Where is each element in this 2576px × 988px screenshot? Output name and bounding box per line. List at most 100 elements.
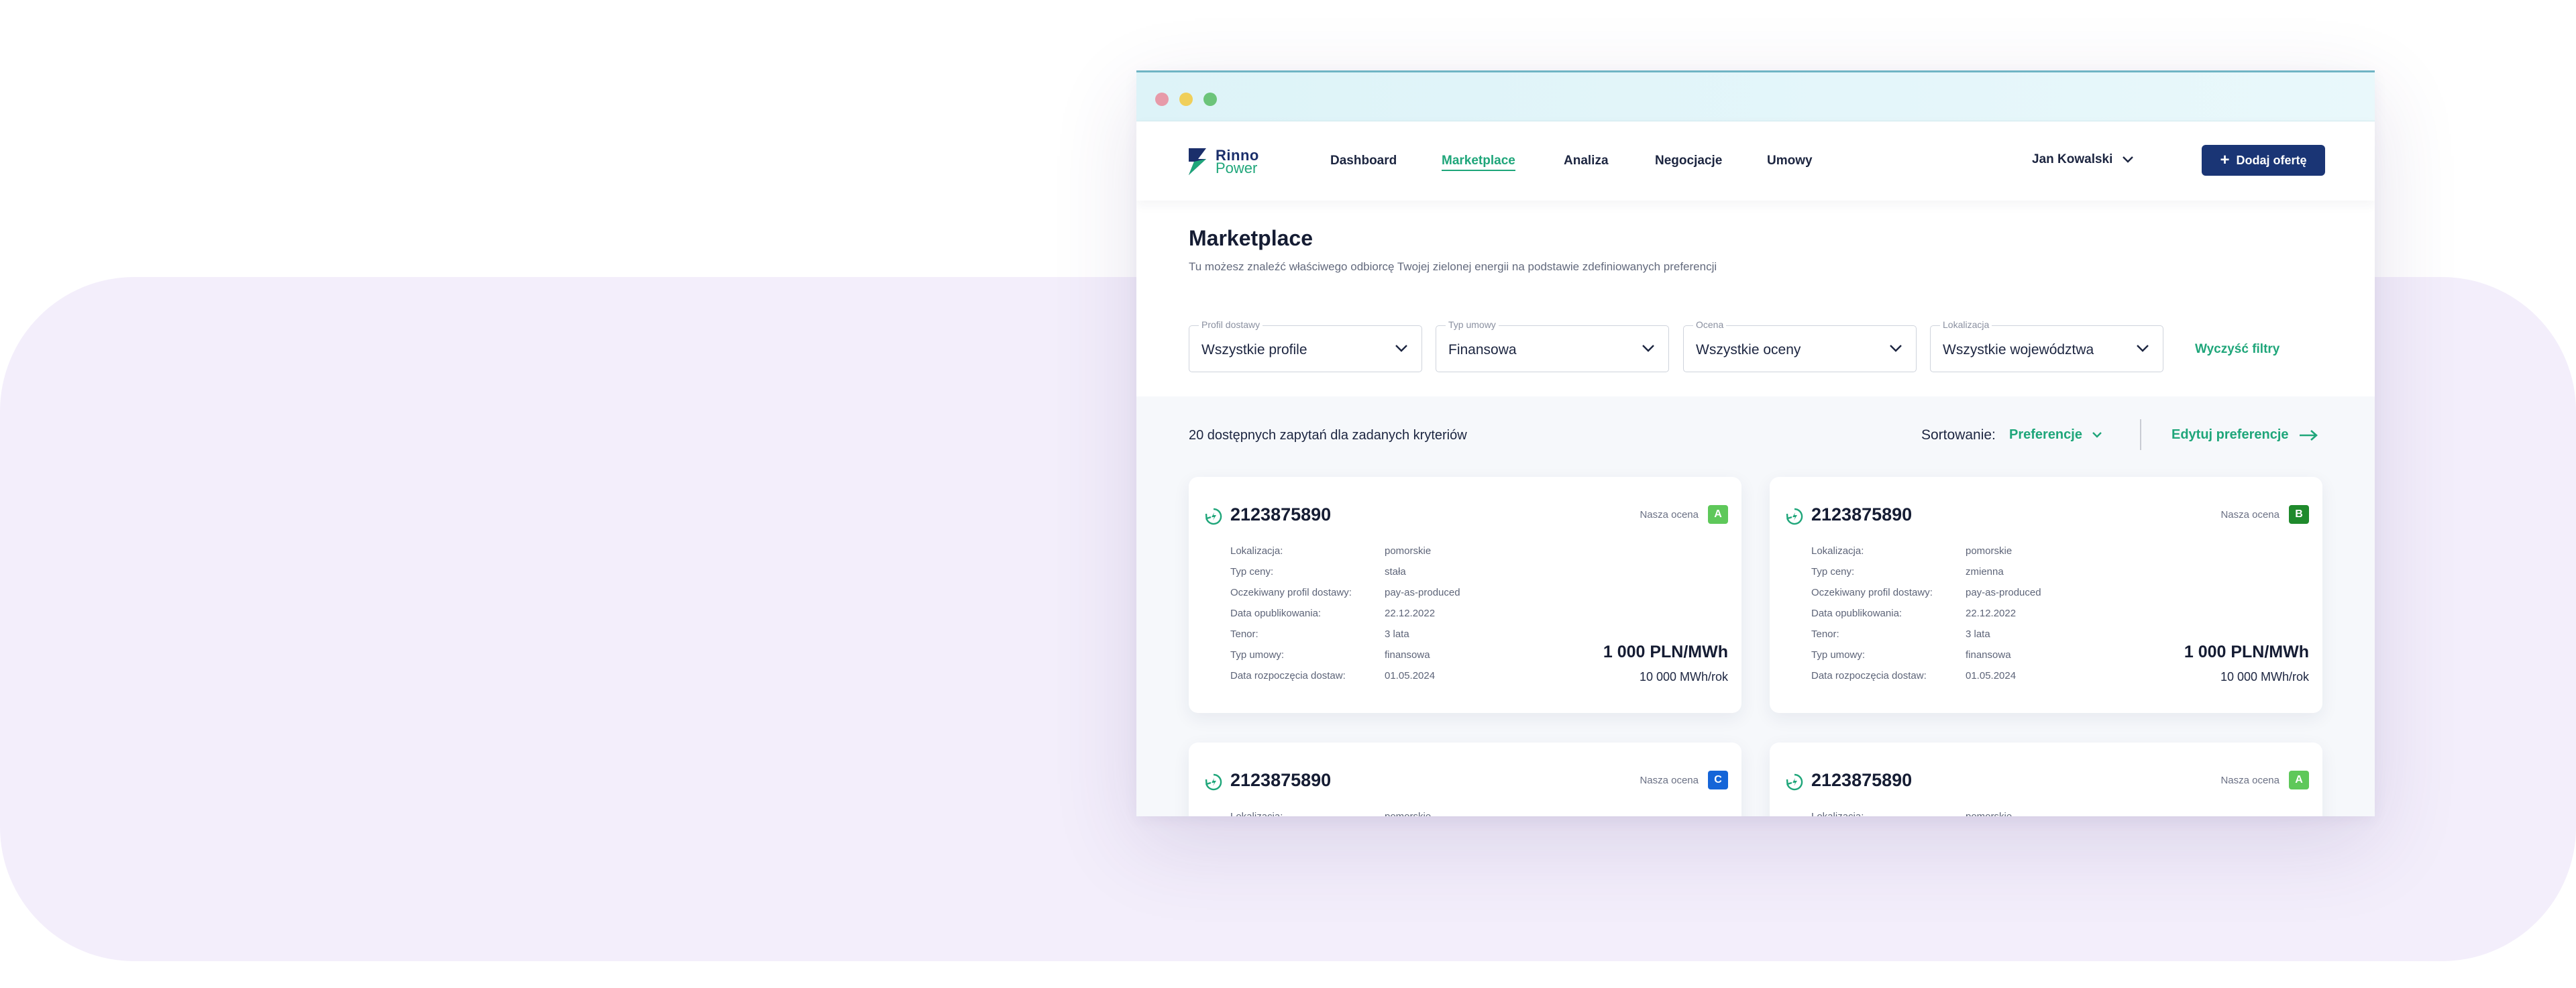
offer-id: 2123875890 xyxy=(1230,770,1332,790)
nav-umowy[interactable]: Umowy xyxy=(1767,154,1813,168)
filter-label: Lokalizacja xyxy=(1940,319,1992,330)
offer-volume: 10 000 MWh/rok xyxy=(1639,670,1728,683)
prop-value: 3 lata xyxy=(1966,628,1990,640)
add-offer-button[interactable]: + Dodaj ofertę xyxy=(2202,145,2325,176)
filter-value: Wszystkie oceny xyxy=(1696,342,1801,358)
filter-value: Finansowa xyxy=(1448,342,1517,358)
chevron-down-icon xyxy=(2123,156,2134,163)
clear-filters-link[interactable]: Wyczyść filtry xyxy=(2195,342,2279,357)
offer-price: 1 000 PLN/MWh xyxy=(1603,643,1728,661)
prop-value: pomorskie xyxy=(1385,811,1431,816)
prop-value: 01.05.2024 xyxy=(1966,670,2017,681)
prop-key: Oczekiwany profil dostawy: xyxy=(1811,587,1933,598)
offer-volume: 10 000 MWh/rok xyxy=(2220,670,2309,683)
offer-card[interactable]: 2123875890 Nasza ocena C Lokalizacja:pom… xyxy=(1189,743,1741,816)
filter-location[interactable]: Lokalizacja Wszystkie województwa xyxy=(1930,319,2163,372)
prop-value: zmienna xyxy=(1966,566,2004,578)
prop-value: pomorskie xyxy=(1966,811,2012,816)
rating-label: Nasza ocena xyxy=(1640,508,1699,520)
plus-icon: + xyxy=(2220,151,2230,169)
offer-card[interactable]: 2123875890 Nasza ocena A Lokalizacja:pom… xyxy=(1770,743,2322,816)
filter-delivery-profile[interactable]: Profil dostawy Wszystkie profile xyxy=(1189,319,1422,372)
prop-value: pay-as-produced xyxy=(1966,587,2041,598)
offer-card[interactable]: 2123875890 Nasza ocena B Lokalizacja: pom… xyxy=(1770,477,2322,713)
rating-label: Nasza ocena xyxy=(1640,774,1699,786)
edit-preferences-label: Edytuj preferencje xyxy=(2171,427,2289,442)
nav-dashboard[interactable]: Dashboard xyxy=(1330,154,1397,168)
filter-label: Ocena xyxy=(1693,319,1727,330)
close-window-dot[interactable] xyxy=(1155,93,1169,106)
rating-badge: A xyxy=(2289,771,2309,789)
stage: Rinno Power Dashboard Marketplace Analiz… xyxy=(0,0,2576,988)
nav-analiza[interactable]: Analiza xyxy=(1564,154,1609,168)
divider xyxy=(2140,419,2141,450)
filter-label: Typ umowy xyxy=(1446,319,1499,330)
logo-line-2: Power xyxy=(1216,160,1258,176)
rating-label: Nasza ocena xyxy=(2220,774,2279,786)
filter-contract-type[interactable]: Typ umowy Finansowa xyxy=(1436,319,1669,372)
offer-properties: Lokalizacja: pomorskie Typ ceny: zmienna O… xyxy=(1811,545,2041,691)
add-offer-label: Dodaj ofertę xyxy=(2236,153,2307,167)
nav-marketplace[interactable]: Marketplace xyxy=(1442,154,1515,171)
nav-negocjacje[interactable]: Negocjacje xyxy=(1655,154,1722,168)
offer-card[interactable]: 2123875890 Nasza ocena A Lokalizacja:pom… xyxy=(1189,477,1741,713)
window-titlebar xyxy=(1136,70,2375,121)
filter-value: Wszystkie profile xyxy=(1201,342,1307,358)
prop-key: Typ umowy: xyxy=(1811,649,1866,661)
sort-value: Preferencje xyxy=(2009,427,2082,442)
prop-key: Lokalizacja: xyxy=(1811,811,1966,816)
prop-key: Data opublikowania: xyxy=(1230,608,1322,619)
prop-value: 3 lata xyxy=(1385,628,1409,640)
rating-badge: B xyxy=(2289,505,2309,524)
rating-label: Nasza ocena xyxy=(2220,508,2279,520)
rating: Nasza ocena C xyxy=(1640,771,1728,789)
prop-value: 01.05.2024 xyxy=(1385,670,1436,681)
prop-key: Oczekiwany profil dostawy: xyxy=(1230,587,1352,598)
minimize-window-dot[interactable] xyxy=(1179,93,1193,106)
offer-id: 2123875890 xyxy=(1811,770,1913,790)
rating-badge: A xyxy=(1708,505,1728,524)
offer-id: 2123875890 xyxy=(1230,504,1332,525)
prop-value: finansowa xyxy=(1385,649,1430,661)
rinno-power-logo[interactable]: Rinno Power xyxy=(1189,147,1259,176)
green-energy-icon xyxy=(1786,773,1803,791)
prop-key: Tenor: xyxy=(1811,628,1839,640)
browser-window: Rinno Power Dashboard Marketplace Analiz… xyxy=(1136,70,2375,816)
offer-properties: Lokalizacja: pomorskie Typ ceny: stała Ocz… xyxy=(1230,545,1460,691)
rating: Nasza ocena B xyxy=(2220,505,2309,524)
page-subtitle: Tu możesz znaleźć właściwego odbiorcę Tw… xyxy=(1189,260,1717,273)
prop-key: Data rozpoczęcia dostaw: xyxy=(1230,670,1346,681)
prop-key: Lokalizacja: xyxy=(1811,545,1864,557)
rating: Nasza ocena A xyxy=(1640,505,1728,524)
offer-properties: Lokalizacja:pomorskie xyxy=(1811,811,2012,816)
chevron-down-icon xyxy=(1642,345,1654,352)
filter-label: Profil dostawy xyxy=(1199,319,1263,330)
maximize-window-dot[interactable] xyxy=(1203,93,1217,106)
prop-value: 22.12.2022 xyxy=(1966,608,2017,619)
filter-value: Wszystkie województwa xyxy=(1943,342,2094,358)
prop-value: stała xyxy=(1385,566,1406,578)
rating-badge: C xyxy=(1708,771,1728,789)
logo-mark-icon xyxy=(1189,148,1206,175)
user-menu[interactable]: Jan Kowalski xyxy=(2032,152,2134,167)
offer-id: 2123875890 xyxy=(1811,504,1913,525)
green-energy-icon xyxy=(1205,773,1222,791)
prop-value: 22.12.2022 xyxy=(1385,608,1436,619)
offer-price: 1 000 PLN/MWh xyxy=(2184,643,2309,661)
prop-key: Lokalizacja: xyxy=(1230,545,1283,557)
prop-value: finansowa xyxy=(1966,649,2011,661)
page-title: Marketplace xyxy=(1189,226,1313,250)
offer-properties: Lokalizacja:pomorskie xyxy=(1230,811,1431,816)
filter-rating[interactable]: Ocena Wszystkie oceny xyxy=(1683,319,1917,372)
chevron-down-icon xyxy=(1890,345,1902,352)
arrow-right-icon xyxy=(2299,429,2318,441)
prop-key: Lokalizacja: xyxy=(1230,811,1385,816)
edit-preferences-link[interactable]: Edytuj preferencje xyxy=(2171,427,2318,443)
results-count: 20 dostępnych zapytań dla zadanych kryte… xyxy=(1189,428,1467,443)
prop-key: Typ ceny: xyxy=(1230,566,1274,578)
sort-dropdown[interactable]: Preferencje xyxy=(2009,427,2102,443)
chevron-down-icon xyxy=(2137,345,2149,352)
prop-key: Typ umowy: xyxy=(1230,649,1285,661)
user-name: Jan Kowalski xyxy=(2032,152,2113,166)
prop-key: Typ ceny: xyxy=(1811,566,1855,578)
